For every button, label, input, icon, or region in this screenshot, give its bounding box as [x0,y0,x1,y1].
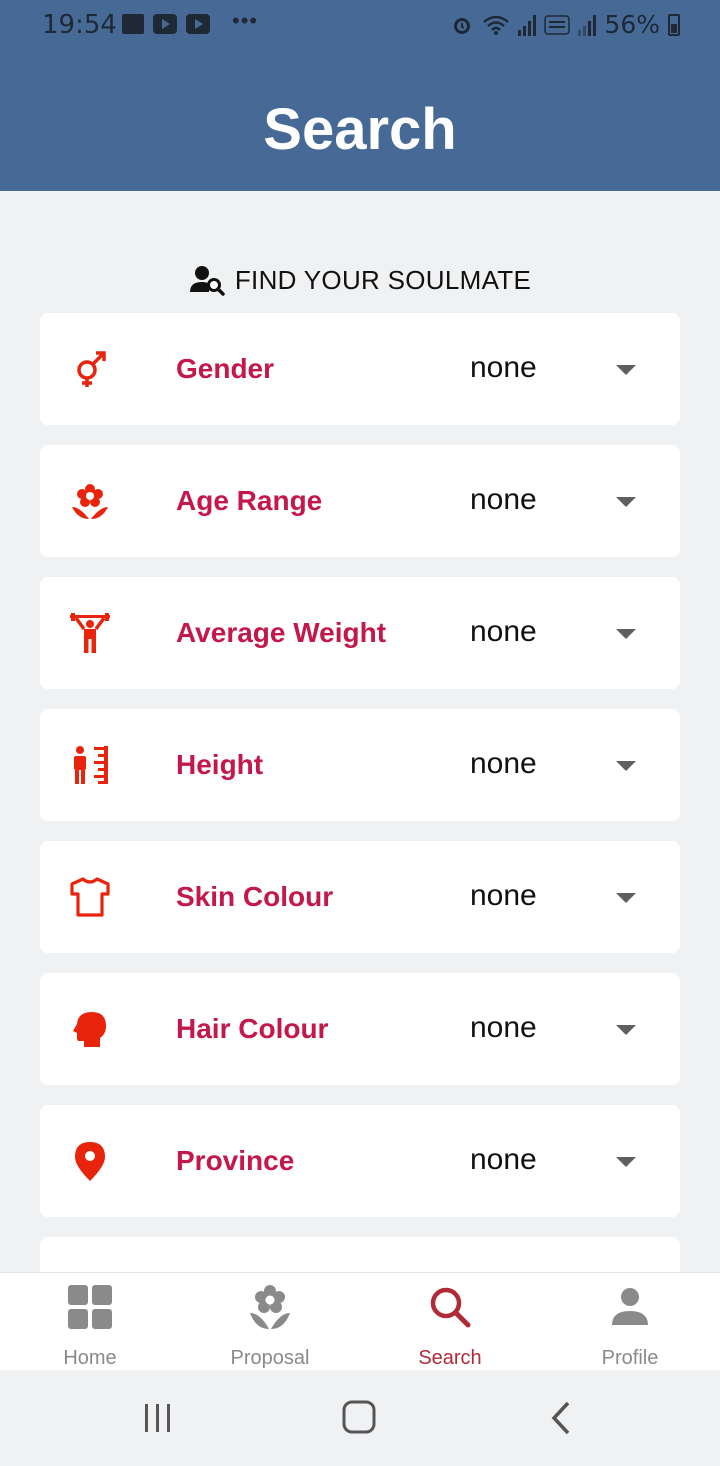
filter-value[interactable]: none [470,615,537,649]
signal-icon [518,14,537,36]
map-pin-icon [75,1142,105,1181]
system-navigation-bar [0,1370,720,1466]
status-bar: 19:54 ••• 56% [0,0,720,52]
grid-home-icon [68,1285,112,1329]
status-time: 19:54 [42,10,117,40]
dropdown-caret-icon[interactable] [616,629,636,639]
nav-label: Search [418,1347,482,1369]
filter-label: Skin Colour [176,881,334,912]
filter-height[interactable]: Height none [40,709,680,821]
section-heading-text: FIND YOUR SOULMATE [234,264,532,295]
dropdown-caret-icon[interactable] [616,365,636,375]
filter-average-weight[interactable]: Average Weight none [40,577,680,689]
nav-label: Proposal [230,1347,310,1369]
filter-hair-colour[interactable]: Hair Colour none [40,973,680,1085]
dropdown-caret-icon[interactable] [616,1157,636,1167]
flower-icon [72,484,108,519]
recent-apps-icon[interactable] [138,1400,178,1436]
page-title: Search [263,97,457,162]
dropdown-caret-icon[interactable] [616,497,636,507]
nav-label: Home [63,1347,117,1369]
nav-home[interactable]: Home [0,1273,180,1371]
gender-icon [77,351,106,387]
battery-icon [668,13,680,36]
filter-label: Average Weight [176,617,387,648]
filter-value[interactable]: none [470,1011,537,1045]
back-icon[interactable] [542,1400,582,1436]
weightlifter-icon [70,613,110,653]
filter-gender[interactable]: Gender none [40,313,680,425]
filter-age-range[interactable]: Age Range none [40,445,680,557]
head-profile-icon [73,1012,106,1047]
dropdown-caret-icon[interactable] [616,761,636,771]
more-notifications-icon: ••• [232,8,259,33]
filter-province[interactable]: Province none [40,1105,680,1217]
search-icon [430,1287,471,1328]
gallery-notification-icon [122,14,144,34]
person-icon [612,1288,648,1325]
person-search-icon [189,266,225,296]
dropdown-caret-icon[interactable] [616,893,636,903]
filter-label: Province [176,1145,295,1176]
filter-value[interactable]: none [470,879,537,913]
dropdown-caret-icon[interactable] [616,1025,636,1035]
home-button-icon[interactable] [340,1400,380,1436]
notification-icons [122,14,210,34]
filter-value[interactable]: none [470,747,537,781]
flower-icon [250,1285,290,1329]
nav-search[interactable]: Search [360,1273,540,1371]
battery-percent: 56% [604,10,660,39]
volte-icon [544,14,571,35]
nav-proposal[interactable]: Proposal [180,1273,360,1371]
tshirt-icon [70,877,110,917]
filter-label: Height [176,749,264,780]
signal-icon-2 [578,14,597,36]
system-indicators: 56% [450,10,680,39]
youtube-notification-icon [153,14,177,34]
filter-value[interactable]: none [470,351,537,385]
alarm-icon [454,17,471,34]
bottom-navigation: Home Proposal Search Profile [0,1272,720,1370]
filter-label: Hair Colour [176,1013,329,1044]
app-bar: Search [0,52,720,191]
filter-label: Age Range [176,485,323,516]
filter-value[interactable]: none [470,483,537,517]
height-ruler-icon [74,746,108,784]
nav-profile[interactable]: Profile [540,1273,720,1371]
wifi-icon [483,15,510,35]
section-heading: FIND YOUR SOULMATE [0,264,720,296]
nav-label: Profile [601,1347,659,1369]
filter-value[interactable]: none [470,1143,537,1177]
filter-skin-colour[interactable]: Skin Colour none [40,841,680,953]
youtube-notification-icon-2 [186,14,210,34]
filter-label: Gender [176,353,275,384]
